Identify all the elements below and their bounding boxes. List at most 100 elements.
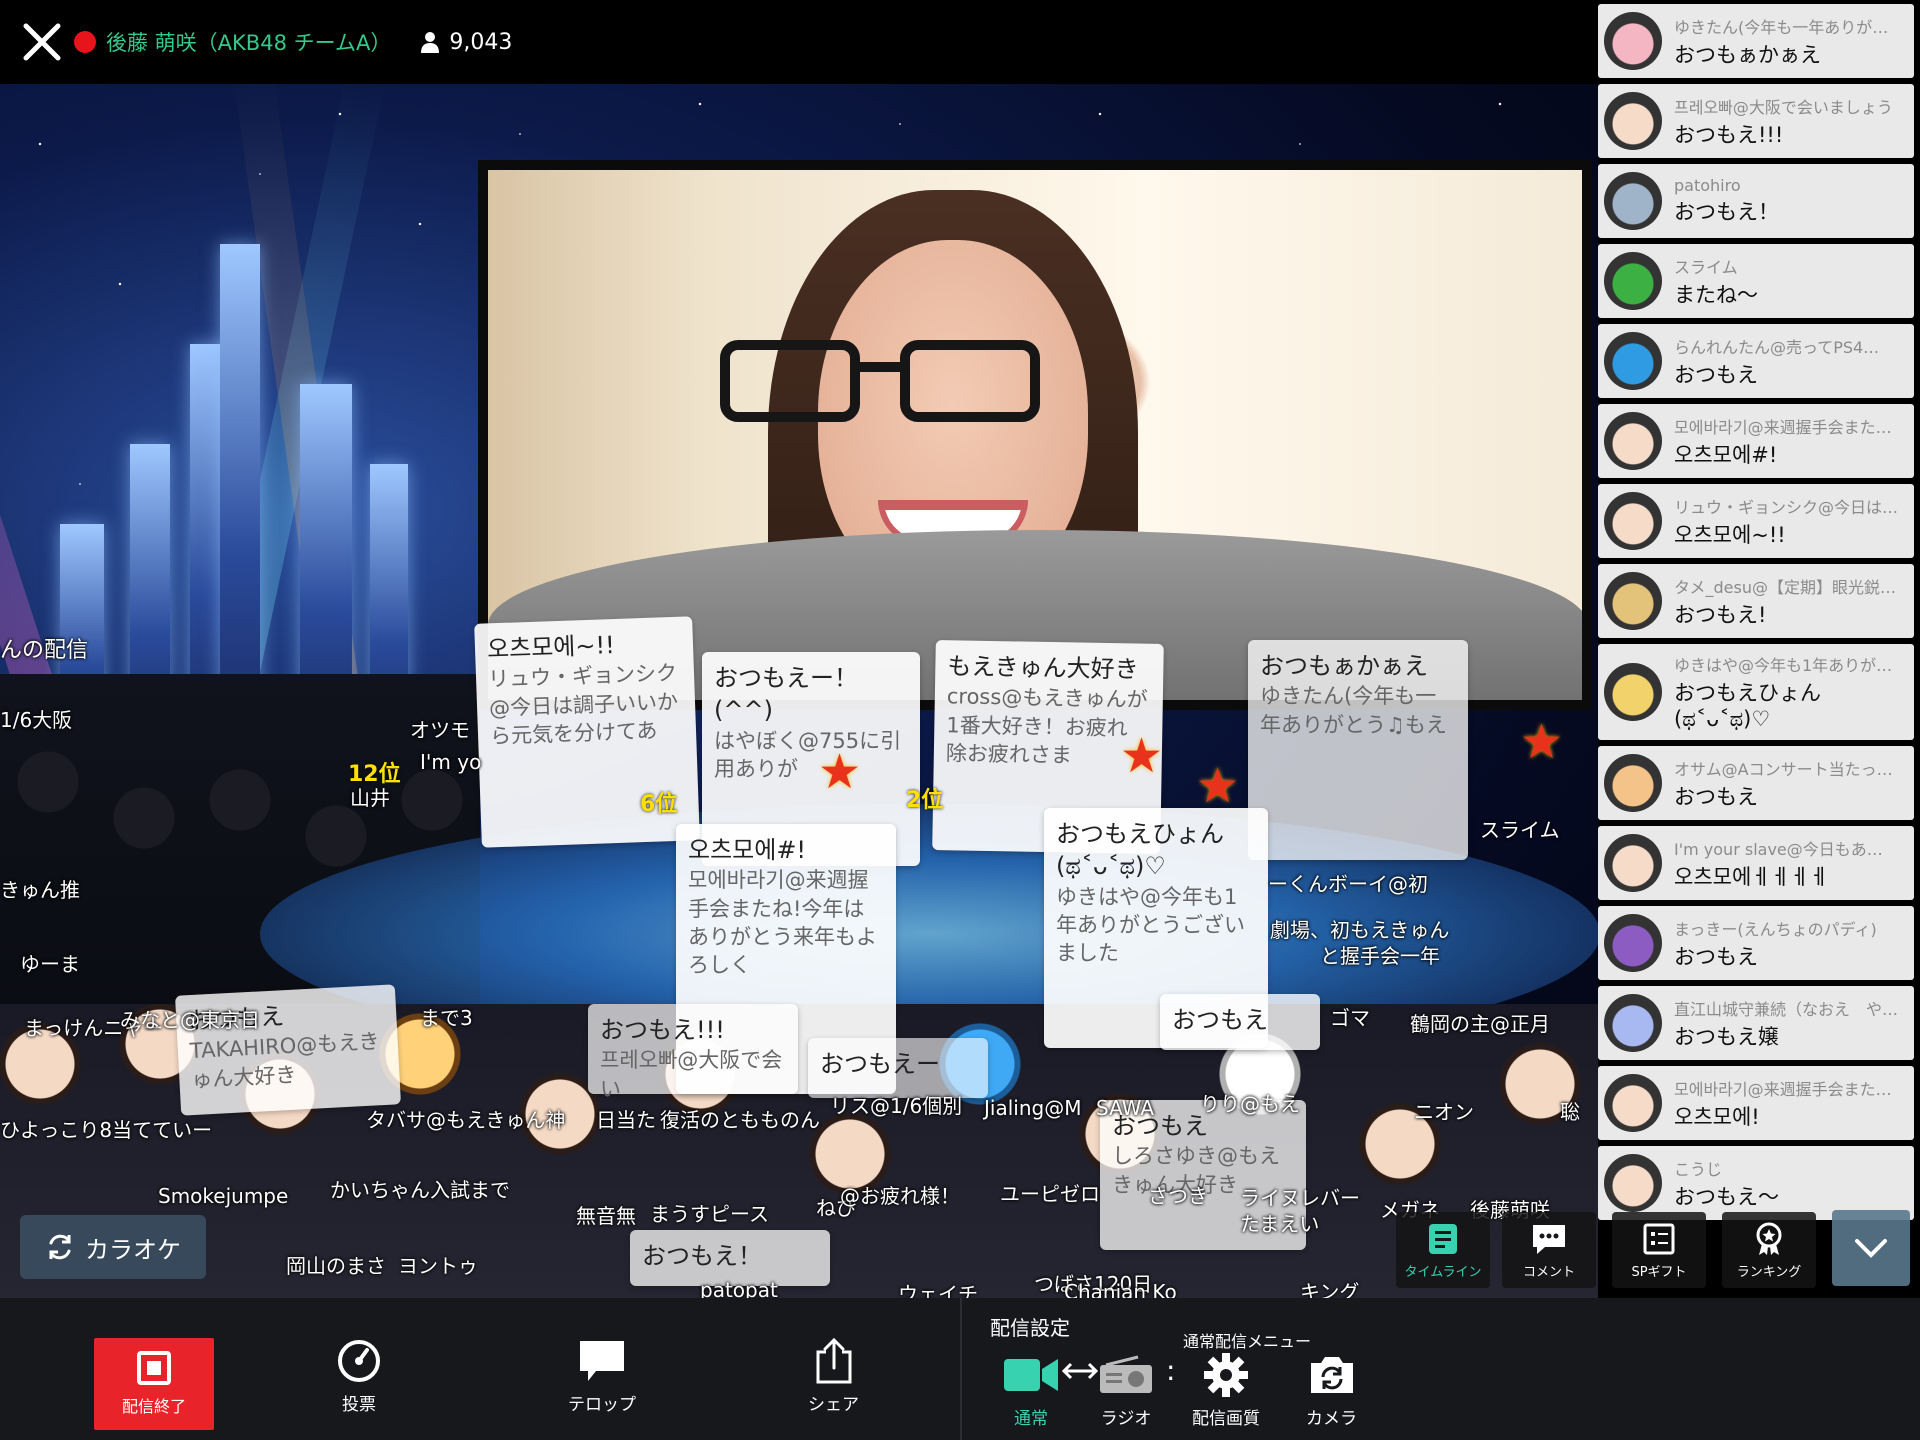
chat-item[interactable]: らんれんたん@売ってPS4… おつもえ <box>1598 324 1914 398</box>
video-camera-icon <box>1004 1359 1058 1391</box>
floating-text: I'm yo <box>420 750 482 774</box>
chat-text: 프레오빠@大阪で会いましょう おつもえ!!! <box>1674 94 1914 148</box>
star-icon: ★ <box>818 744 862 800</box>
chat-message: おつもえ! <box>1674 602 1767 627</box>
user-avatar[interactable] <box>1604 92 1662 150</box>
timeline-button[interactable]: タイムライン <box>1396 1212 1490 1288</box>
telop-bubble-icon <box>580 1341 624 1381</box>
chat-item[interactable]: 모에바라기@来週握手会また… 오츠모에! <box>1598 1066 1914 1140</box>
floating-text: SAWA <box>1096 1096 1155 1120</box>
speech-bubble-icon <box>1533 1224 1565 1254</box>
chat-item[interactable]: 모에바라기@来週握手会また… 오츠모에#! <box>1598 404 1914 478</box>
chat-username: patohiro <box>1674 176 1741 196</box>
user-avatar[interactable] <box>1604 492 1662 550</box>
chat-item[interactable]: タメ_desu@【定期】眼光鋭… おつもえ! <box>1598 564 1914 638</box>
end-broadcast-label: 配信終了 <box>121 1397 186 1416</box>
floating-text: と握手会一年 <box>1320 944 1440 968</box>
floating-text: キング <box>1300 1280 1360 1298</box>
floating-text: ひよっこり8当てていー <box>0 1118 213 1142</box>
chat-item[interactable]: こうじ おつもえ〜 <box>1598 1146 1914 1220</box>
chat-item[interactable]: I'm your slave@今日もあ… 오츠모에ㅔㅔㅔㅔ <box>1598 826 1914 900</box>
stream-quality-button[interactable]: 配信画質 <box>1192 1352 1260 1429</box>
user-avatar[interactable] <box>1604 412 1662 470</box>
chat-item[interactable]: ゆきたん(今年も一年ありが… おつもぁかぁえ <box>1598 4 1914 78</box>
user-avatar[interactable] <box>1604 172 1662 230</box>
chat-item[interactable]: スライム またね〜 <box>1598 244 1914 318</box>
floating-text: 1/6大阪 <box>0 708 73 732</box>
collapse-chat-button[interactable] <box>1832 1210 1910 1286</box>
chat-username: 直江山城守兼続（なおえ や… <box>1674 999 1899 1019</box>
mode-switch-arrow <box>1062 1356 1098 1386</box>
double-arrow-icon <box>1062 1362 1098 1380</box>
chat-message: 오츠모에! <box>1674 1104 1760 1129</box>
chat-text: ゆきたん(今年も一年ありが… おつもぁかぁえ <box>1674 14 1914 68</box>
user-avatar[interactable] <box>1604 754 1662 812</box>
chat-text: まっきー(えんちょのパディ) おつもえ <box>1674 916 1914 970</box>
user-avatar[interactable] <box>1604 914 1662 972</box>
camera-label: カメラ <box>1306 1409 1357 1429</box>
chat-item[interactable]: リュウ・ギョンシク@今日は… 오츠모에~!! <box>1598 484 1914 558</box>
user-avatar[interactable] <box>1604 663 1662 721</box>
floating-text: リス@1/6個別 <box>830 1094 963 1118</box>
normal-menu-title: 通常配信メニュー <box>1183 1332 1312 1351</box>
chat-username: I'm your slave@今日もあ… <box>1674 839 1883 859</box>
menu-separator: : <box>1166 1354 1176 1387</box>
floating-text: みなと@東京日 <box>120 1008 260 1032</box>
floating-text: 日当た <box>596 1108 656 1132</box>
bottom-toolbar: 配信終了 投票 テロップ シェア 配信設定 通常配信メニュー 通常 ラジオ: … <box>0 1298 1920 1440</box>
chat-text: I'm your slave@今日もあ… 오츠모에ㅔㅔㅔㅔ <box>1674 836 1914 890</box>
user-avatar[interactable] <box>1604 834 1662 892</box>
chat-panel[interactable]: ゆきたん(今年も一年ありが… おつもぁかぁえ 프레오빠@大阪で会いましょう おつもえ!… <box>1598 0 1920 1298</box>
vote-button[interactable]: 投票 <box>336 1338 382 1415</box>
normal-mode-button[interactable]: 通常 <box>1002 1352 1060 1429</box>
floating-text: ユーピ <box>1000 1182 1060 1206</box>
floating-text: ゼロ <box>1060 1182 1100 1206</box>
chat-username: まっきー(えんちょのパディ) <box>1674 919 1877 939</box>
chat-username: スライム <box>1674 257 1738 277</box>
chat-item[interactable]: ゆきはや@今年も1年ありが… おつもえひょん(ಥ˂ᴗ˂ಥ)♡ <box>1598 644 1914 740</box>
share-button[interactable]: シェア <box>808 1338 859 1415</box>
floating-text: ニオン <box>1414 1100 1474 1124</box>
user-avatar[interactable] <box>1604 332 1662 390</box>
chat-username: こうじ <box>1674 1159 1723 1179</box>
karaoke-label: カラオケ <box>85 1235 181 1264</box>
chat-text: ゆきはや@今年も1年ありが… おつもえひょん(ಥ˂ᴗ˂ಥ)♡ <box>1674 652 1914 733</box>
star-icon: ★ <box>1120 728 1164 784</box>
chat-username: 프레오빠@大阪で会いましょう <box>1674 97 1893 117</box>
karaoke-button[interactable]: カラオケ <box>20 1215 206 1279</box>
chat-item[interactable]: オサム@Aコンサート当たっ… おつもえ <box>1598 746 1914 820</box>
camera-switch-button[interactable]: カメラ <box>1306 1352 1357 1429</box>
normal-mode-label: 通常 <box>1014 1409 1048 1429</box>
telop-button[interactable]: テロップ <box>568 1338 636 1415</box>
sp-gift-button[interactable]: SPギフト <box>1612 1212 1706 1288</box>
user-avatar[interactable] <box>1604 1154 1662 1212</box>
chat-message: おつもえ <box>1674 944 1758 969</box>
end-broadcast-button[interactable]: 配信終了 <box>94 1338 214 1430</box>
radio-icon <box>1100 1355 1152 1393</box>
user-avatar[interactable] <box>1604 1074 1662 1132</box>
chat-username: ゆきたん(今年も一年ありが… <box>1674 17 1889 37</box>
gear-icon <box>1204 1353 1248 1397</box>
floating-text: ーくんボーイ@初 <box>1268 872 1428 896</box>
chat-item[interactable]: 프레오빠@大阪で会いましょう おつもえ!!! <box>1598 84 1914 158</box>
user-avatar[interactable] <box>1604 572 1662 630</box>
timeline-icon <box>1429 1223 1457 1254</box>
radio-mode-button[interactable]: ラジオ <box>1098 1352 1154 1429</box>
user-avatar[interactable] <box>1604 12 1662 70</box>
close-button[interactable] <box>0 0 84 84</box>
live-indicator-icon <box>74 31 96 53</box>
floating-text: 山井 <box>350 786 390 810</box>
rank-label: 6位 <box>640 792 678 817</box>
chat-item[interactable]: まっきー(えんちょのパディ) おつもえ <box>1598 906 1914 980</box>
user-avatar[interactable] <box>1604 252 1662 310</box>
ranking-button[interactable]: ランキング <box>1722 1212 1816 1288</box>
chat-text: スライム またね〜 <box>1674 254 1914 308</box>
comment-button[interactable]: コメント <box>1502 1212 1596 1288</box>
close-icon <box>23 23 61 61</box>
chat-text: 모에바라기@来週握手会また… 오츠모에! <box>1674 1076 1914 1130</box>
user-avatar[interactable] <box>1604 994 1662 1052</box>
radio-mode-label: ラジオ <box>1100 1409 1152 1429</box>
chat-item[interactable]: patohiro おつもえ！ <box>1598 164 1914 238</box>
floating-text: りり@もえ <box>1200 1092 1300 1116</box>
chat-item[interactable]: 直江山城守兼続（なおえ や… おつもえ嬢 <box>1598 986 1914 1060</box>
